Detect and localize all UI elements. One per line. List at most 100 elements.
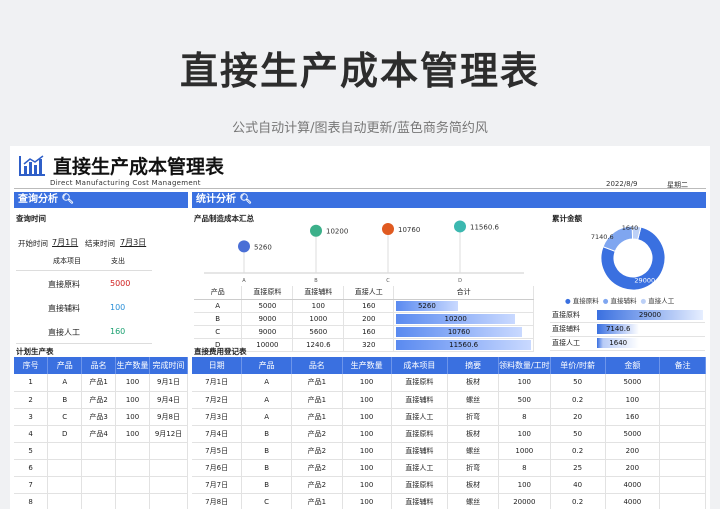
ledger-cell[interactable]: 1000 — [498, 442, 551, 460]
ledger-cell[interactable]: 100 — [342, 459, 392, 477]
ledger-cell[interactable]: 20 — [550, 408, 606, 426]
ledger-cell[interactable]: 8 — [498, 459, 551, 477]
ledger-cell[interactable]: 100 — [342, 391, 392, 409]
ledger-cell[interactable]: 折弯 — [447, 459, 499, 477]
ledger-cell[interactable]: 100 — [342, 374, 392, 392]
query-analysis-bar[interactable]: 查询分析 🔍︎ — [14, 192, 188, 208]
plan-cell[interactable]: C — [47, 408, 83, 426]
ledger-cell[interactable]: 螺丝 — [447, 391, 499, 409]
ledger-cell[interactable] — [659, 459, 706, 477]
table-row[interactable]: 7月3日 A 产品1 100 直接人工 折弯 8 20 160 — [192, 408, 706, 426]
plan-cell[interactable]: A — [47, 374, 83, 392]
ledger-cell[interactable]: A — [241, 408, 292, 426]
ledger-cell[interactable]: 7月7日 — [192, 476, 243, 494]
ledger-cell[interactable]: 0.2 — [550, 493, 606, 509]
plan-cell[interactable] — [115, 476, 151, 494]
ledger-cell[interactable]: 4000 — [605, 493, 661, 509]
table-row[interactable]: 7月6日 B 产品2 100 直接人工 折弯 8 25 200 — [192, 459, 706, 477]
plan-cell[interactable] — [47, 442, 83, 460]
ledger-cell[interactable] — [659, 476, 706, 494]
ledger-cell[interactable]: 7月5日 — [192, 442, 243, 460]
ledger-cell[interactable]: 产品2 — [291, 476, 343, 494]
ledger-cell[interactable]: 100 — [605, 391, 661, 409]
ledger-cell[interactable]: 直接辅料 — [391, 391, 449, 409]
ledger-cell[interactable]: 100 — [342, 408, 392, 426]
ledger-cell[interactable]: 直接原料 — [391, 476, 449, 494]
ledger-cell[interactable]: 板材 — [447, 425, 499, 443]
ledger-cell[interactable]: 产品1 — [291, 493, 343, 509]
plan-cell[interactable]: 1 — [14, 374, 49, 392]
table-row[interactable]: 6 — [14, 459, 188, 477]
ledger-cell[interactable] — [659, 374, 706, 392]
ledger-cell[interactable]: 100 — [342, 476, 392, 494]
table-row[interactable]: 5 — [14, 442, 188, 460]
ledger-cell[interactable]: 板材 — [447, 476, 499, 494]
ledger-cell[interactable]: 7月6日 — [192, 459, 243, 477]
ledger-cell[interactable]: 板材 — [447, 374, 499, 392]
ledger-cell[interactable]: B — [241, 442, 292, 460]
plan-cell[interactable] — [149, 442, 188, 460]
table-row[interactable]: 7月4日 B 产品2 100 直接原料 板材 100 50 5000 — [192, 425, 706, 443]
plan-cell[interactable]: 产品1 — [81, 374, 117, 392]
plan-cell[interactable] — [81, 459, 117, 477]
ledger-cell[interactable]: B — [241, 476, 292, 494]
plan-cell[interactable] — [47, 459, 83, 477]
plan-cell[interactable] — [81, 493, 117, 509]
plan-cell[interactable]: 7 — [14, 476, 49, 494]
ledger-cell[interactable]: 8 — [498, 408, 551, 426]
ledger-cell[interactable]: 40 — [550, 476, 606, 494]
ledger-cell[interactable]: 50 — [550, 425, 606, 443]
plan-cell[interactable]: 产品4 — [81, 425, 117, 443]
plan-cell[interactable] — [47, 493, 83, 509]
plan-cell[interactable] — [149, 476, 188, 494]
ledger-cell[interactable]: 100 — [342, 442, 392, 460]
ledger-cell[interactable]: 50 — [550, 374, 606, 392]
ledger-cell[interactable]: 7月2日 — [192, 391, 243, 409]
plan-cell[interactable] — [115, 459, 151, 477]
end-time-input[interactable]: 7月3日 — [120, 237, 146, 248]
plan-cell[interactable]: D — [47, 425, 83, 443]
ledger-cell[interactable]: 直接人工 — [391, 408, 449, 426]
ledger-cell[interactable]: 产品2 — [291, 459, 343, 477]
ledger-cell[interactable]: 螺丝 — [447, 493, 499, 509]
plan-cell[interactable]: 100 — [115, 374, 151, 392]
table-row[interactable]: 2 B 产品2 100 9月4日 — [14, 391, 188, 409]
ledger-cell[interactable]: 100 — [498, 374, 551, 392]
ledger-cell[interactable]: 7月8日 — [192, 493, 243, 509]
ledger-cell[interactable]: 100 — [498, 476, 551, 494]
plan-cell[interactable]: B — [47, 391, 83, 409]
plan-cell[interactable] — [47, 476, 83, 494]
ledger-cell[interactable]: 20000 — [498, 493, 551, 509]
ledger-cell[interactable] — [659, 391, 706, 409]
ledger-cell[interactable]: 直接原料 — [391, 374, 449, 392]
ledger-cell[interactable]: 产品2 — [291, 442, 343, 460]
ledger-cell[interactable]: 500 — [498, 391, 551, 409]
plan-cell[interactable]: 9月4日 — [149, 391, 188, 409]
ledger-cell[interactable]: 100 — [498, 425, 551, 443]
ledger-cell[interactable]: A — [241, 391, 292, 409]
ledger-cell[interactable]: 产品1 — [291, 391, 343, 409]
ledger-cell[interactable]: 200 — [605, 442, 661, 460]
plan-cell[interactable]: 产品3 — [81, 408, 117, 426]
plan-cell[interactable] — [115, 493, 151, 509]
plan-cell[interactable]: 产品2 — [81, 391, 117, 409]
table-row[interactable]: 1 A 产品1 100 9月1日 — [14, 374, 188, 392]
plan-cell[interactable]: 6 — [14, 459, 49, 477]
ledger-cell[interactable]: 直接人工 — [391, 459, 449, 477]
ledger-cell[interactable]: 直接原料 — [391, 425, 449, 443]
plan-cell[interactable]: 3 — [14, 408, 49, 426]
table-row[interactable]: 7 — [14, 476, 188, 494]
ledger-cell[interactable]: 100 — [342, 493, 392, 509]
ledger-cell[interactable]: B — [241, 459, 292, 477]
stats-analysis-bar[interactable]: 统计分析 🔍︎ — [192, 192, 706, 208]
table-row[interactable]: 7月1日 A 产品1 100 直接原料 板材 100 50 5000 — [192, 374, 706, 392]
ledger-cell[interactable]: 产品1 — [291, 374, 343, 392]
ledger-cell[interactable]: 产品1 — [291, 408, 343, 426]
ledger-cell[interactable]: 7月1日 — [192, 374, 243, 392]
ledger-cell[interactable]: 直接辅料 — [391, 442, 449, 460]
table-row[interactable]: 3 C 产品3 100 9月8日 — [14, 408, 188, 426]
start-time-input[interactable]: 7月1日 — [52, 237, 78, 248]
ledger-cell[interactable] — [659, 408, 706, 426]
ledger-cell[interactable]: 200 — [605, 459, 661, 477]
plan-cell[interactable]: 9月8日 — [149, 408, 188, 426]
